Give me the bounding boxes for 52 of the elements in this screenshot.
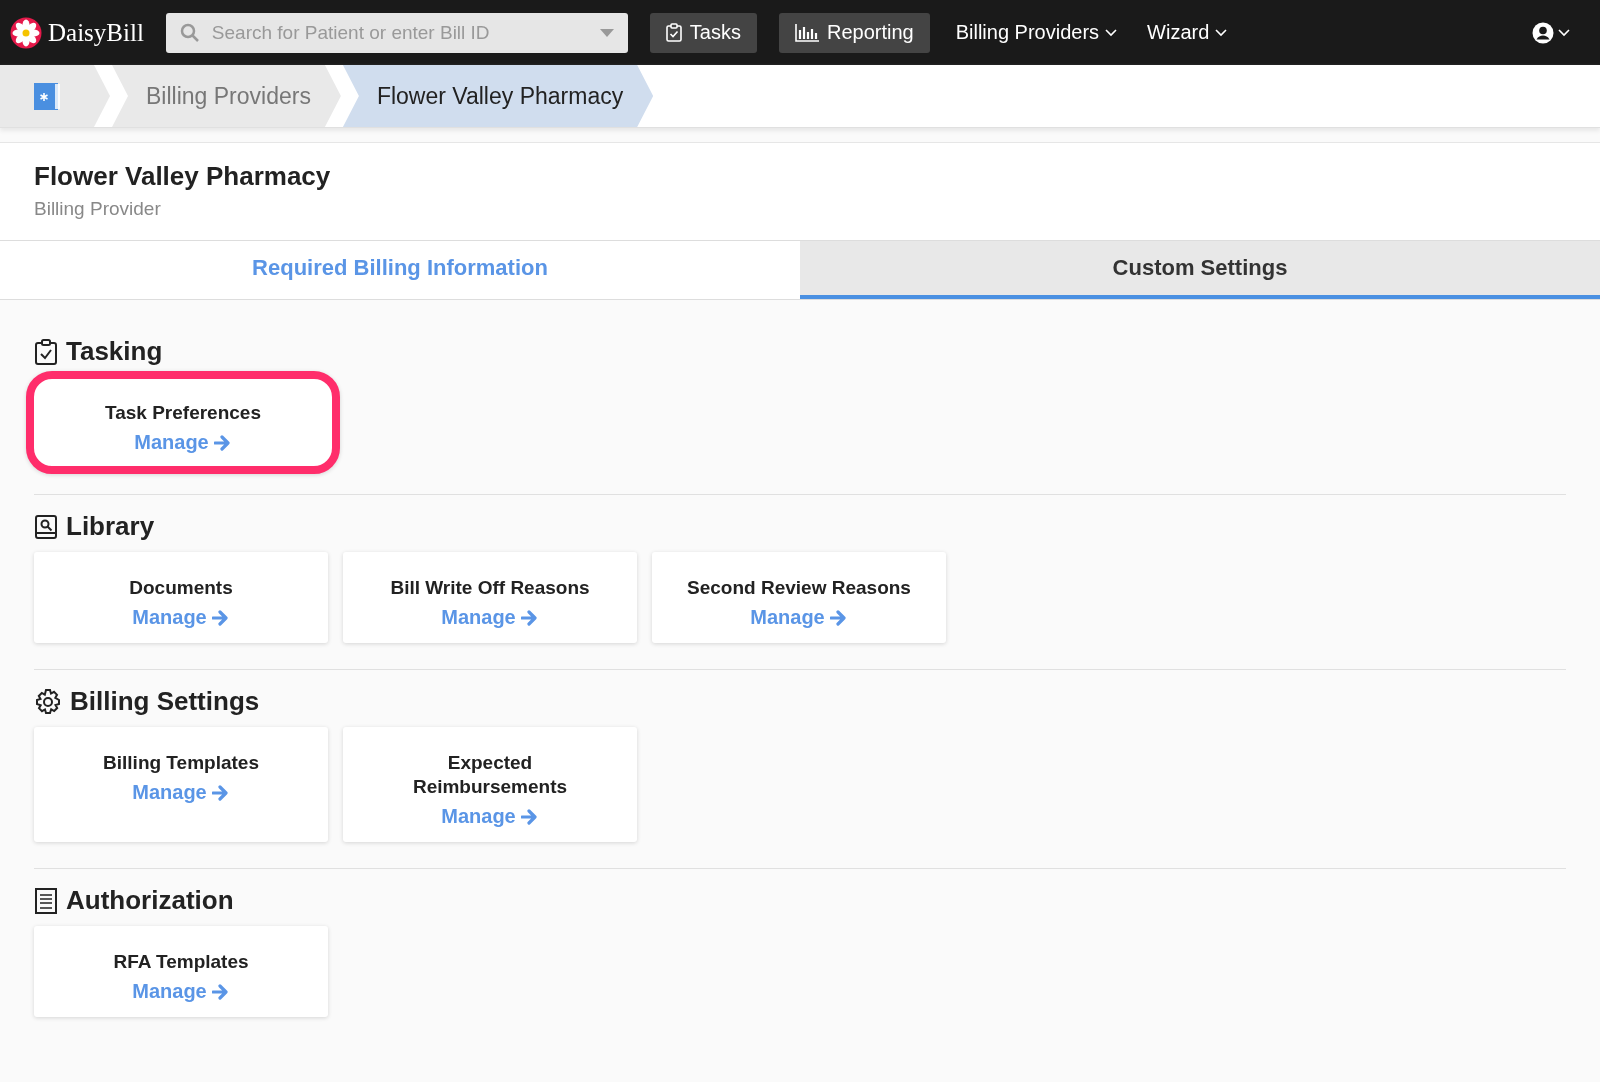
arrow-right-icon	[211, 609, 230, 626]
arrow-right-icon	[520, 609, 539, 626]
manage-link[interactable]: Manage	[132, 781, 230, 804]
breadcrumb[interactable]: Billing Providers	[112, 65, 341, 127]
section-title: Library	[66, 511, 155, 542]
document-icon	[34, 886, 58, 915]
card-title: RFA Templates	[113, 950, 249, 974]
card-title: Documents	[129, 576, 233, 600]
tab[interactable]: Custom Settings	[800, 241, 1600, 299]
manage-link[interactable]: Manage	[132, 980, 230, 1003]
tasks-button[interactable]: Tasks	[649, 12, 757, 53]
section-title: Authorization	[66, 885, 234, 916]
card-title: Task Preferences	[105, 401, 261, 425]
search-field[interactable]: Search for Patient or enter Bill ID	[165, 12, 628, 53]
nav-menu[interactable]: Wizard	[1143, 21, 1232, 44]
chevron-down-icon	[1105, 28, 1118, 37]
arrow-right-icon	[213, 434, 232, 451]
manage-link[interactable]: Manage	[132, 606, 230, 629]
clipboard-check-icon	[665, 23, 682, 42]
card-title: Billing Templates	[103, 751, 259, 775]
home-crumb[interactable]	[0, 65, 110, 127]
breadcrumb[interactable]: Flower Valley Pharmacy	[342, 65, 654, 127]
bar-chart-icon	[794, 23, 819, 42]
manage-link[interactable]: Manage	[750, 606, 848, 629]
arrow-right-icon	[520, 808, 539, 825]
book-search-icon	[34, 513, 58, 540]
manage-link[interactable]: Manage	[134, 431, 232, 454]
arrow-right-icon	[211, 784, 230, 801]
clipboard-check-icon	[34, 337, 58, 366]
flower-logo-icon	[10, 16, 42, 49]
dropdown-caret-icon	[599, 28, 614, 37]
card-title: Expected Reimbursements	[411, 751, 569, 799]
chevron-down-icon	[1215, 28, 1228, 37]
page-title: Flower Valley Pharmacy	[34, 161, 332, 192]
brand-name[interactable]: DaisyBill	[48, 18, 144, 47]
search-icon	[179, 22, 200, 43]
user-menu[interactable]	[1532, 21, 1570, 44]
manage-link[interactable]: Manage	[441, 606, 539, 629]
reporting-button[interactable]: Reporting	[778, 12, 930, 53]
nav-menu[interactable]: Billing Providers	[951, 21, 1122, 44]
card-title: Second Review Reasons	[687, 576, 911, 600]
card-title: Bill Write Off Reasons	[390, 576, 590, 600]
section-title: Billing Settings	[70, 686, 260, 717]
user-icon	[1532, 21, 1554, 44]
arrow-right-icon	[829, 609, 848, 626]
chevron-down-icon	[1558, 28, 1570, 37]
address-book-icon	[34, 81, 62, 111]
page-subtitle: Billing Provider	[34, 198, 162, 220]
manage-link[interactable]: Manage	[441, 805, 539, 828]
arrow-right-icon	[211, 983, 230, 1000]
section-title: Tasking	[66, 336, 163, 367]
settings-icon	[34, 687, 62, 716]
